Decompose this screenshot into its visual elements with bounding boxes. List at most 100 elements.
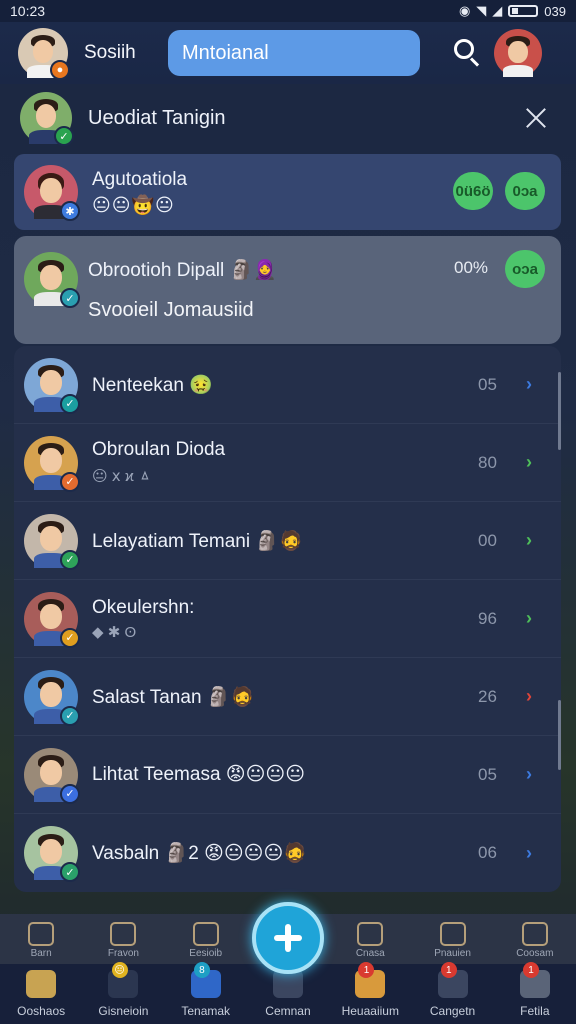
scrollbar-lower[interactable] (558, 700, 561, 770)
list-item[interactable]: ✓ Obroulan Dioda 😐 ⅹ ϰ ㅿ 80 › (14, 424, 561, 502)
notification-badge: 1 (523, 962, 540, 978)
home-icon (26, 970, 57, 998)
app-title: Sosiih (84, 42, 136, 63)
wifi-icon: ◥ (476, 3, 487, 18)
nav-peek-item[interactable]: Pnauien (411, 914, 493, 964)
list-item-name: Salast Tanan 🗿🧔 (92, 686, 255, 708)
close-icon[interactable] (524, 106, 548, 130)
avatar-face (40, 604, 62, 630)
folder-icon: 8 (190, 962, 221, 998)
list-item[interactable]: ✓ Vasbaln 🗿2 😡😐😐😐🧔 06 › (14, 814, 561, 892)
avatar-badge-icon: ✓ (60, 627, 80, 648)
list-item-count: 05 (478, 374, 497, 394)
scrollbar[interactable] (558, 372, 561, 450)
user-avatar[interactable]: ● (18, 28, 70, 80)
avatar-badge-icon: ✓ (60, 783, 80, 804)
status-time: 10:23 (10, 3, 46, 19)
nav-item-camera[interactable]: 1 Heuaaiium (329, 962, 411, 1024)
selected-pill[interactable]: oɔa (505, 250, 545, 288)
nav-peek-item[interactable]: Coosam (494, 914, 576, 964)
list-item-count: 96 (478, 608, 497, 628)
list-item-count: 00 (478, 530, 497, 550)
search-icon[interactable] (448, 35, 484, 71)
avatar-face (33, 40, 53, 63)
notification-badge: 1 (440, 962, 457, 978)
camera-icon: 1 (355, 962, 386, 998)
featured-pill-a[interactable]: 0ü6ö (453, 172, 493, 210)
nav-peek-icon (521, 922, 548, 946)
nav-peek-item[interactable]: Eesioib (165, 914, 247, 964)
list-item[interactable]: ✓ Nenteekan 🤢 05 › (14, 346, 561, 424)
chevron-right-icon[interactable]: › (526, 452, 532, 473)
avatar-badge-icon: ✓ (60, 471, 80, 492)
nav-item-chart[interactable]: 😐 Gisneioin (82, 962, 164, 1024)
chevron-right-icon[interactable]: › (526, 530, 532, 551)
chevron-right-icon[interactable]: › (526, 374, 532, 395)
nav-peek-item[interactable]: Barn (0, 914, 82, 964)
chevron-right-icon[interactable]: › (526, 843, 532, 864)
list-avatar: ✓ (24, 747, 80, 804)
nav-item-label: Gisneioin (98, 1004, 149, 1018)
selected-avatar: ✓ (24, 252, 80, 308)
avatar-badge-icon: ✓ (60, 705, 80, 726)
avatar-shirt (502, 64, 534, 77)
nav-item-label: Tenamak (181, 1004, 231, 1018)
search-input[interactable]: Mntoianal (168, 30, 420, 76)
selected-percent: 00% (454, 258, 489, 277)
battery-icon (508, 5, 539, 17)
avatar-badge-icon: ✓ (60, 549, 80, 570)
list-item[interactable]: ✓ Lihtat Teemasa 😡😐😐😐 05 › (14, 736, 561, 814)
profile-avatar[interactable] (494, 29, 542, 77)
signal-icon: ◢ (492, 3, 503, 18)
list-item[interactable]: ✓ Lelayatiam Temani 🗿🧔 00 › (14, 502, 561, 580)
add-plus-button[interactable] (252, 902, 324, 974)
timer-icon: 1 (437, 962, 468, 998)
nav-peek-icon (439, 922, 466, 946)
nav-peek-label: Pnauien (434, 948, 471, 959)
panel-header: ✓ Ueodiat Tanigin (0, 86, 576, 150)
nav-peek-label: Fravon (107, 948, 139, 959)
search-ring (454, 39, 474, 59)
avatar-badge-icon: ✱ (60, 201, 80, 221)
chevron-right-icon[interactable]: › (526, 608, 532, 629)
avatar-badge-icon: ✓ (60, 393, 80, 414)
featured-pill-b[interactable]: 0ɔa (505, 172, 545, 210)
chat-list: ✓ Nenteekan 🤢 05 › ✓ Obroulan Dioda 😐 ⅹ … (14, 346, 561, 892)
list-item[interactable]: ✓ Okeulershn: ◆ ✱ ʘ 96 › (14, 580, 561, 658)
nav-peek-item[interactable]: Fravon (82, 914, 164, 964)
chevron-right-icon[interactable]: › (526, 686, 532, 707)
list-avatar: ✓ (24, 435, 80, 492)
chevron-right-icon[interactable]: › (526, 764, 532, 785)
nav-item-timer[interactable]: 1 Cangetn (411, 962, 493, 1024)
nav-item-label: Heuaaiium (341, 1004, 399, 1018)
list-item-count: 80 (478, 452, 497, 472)
avatar-face (35, 104, 57, 129)
nav-peek-icon (192, 922, 219, 946)
chat-icon: 1 (519, 962, 550, 998)
nav-item-label: Cangetn (429, 1004, 476, 1018)
nav-item-home[interactable]: Ooshaos (0, 964, 82, 1024)
list-item-name: Okeulershn: (92, 596, 195, 618)
status-icons: ◉ ◥ ◢ 039 (459, 3, 566, 19)
panel-avatar: ✓ (20, 92, 74, 146)
alarm-icon: ◉ (458, 3, 471, 18)
nav-peek-item[interactable]: Cnasa (329, 914, 411, 964)
list-item-name: Lelayatiam Temani 🗿🧔 (92, 530, 303, 552)
list-item[interactable]: ✓ Salast Tanan 🗿🧔 26 › (14, 658, 561, 736)
avatar-face (40, 448, 62, 474)
featured-chat-card[interactable]: ✱ Agutoatiola 😐😐🤠😐 0ü6ö 0ɔa (14, 154, 561, 230)
selected-chat-card[interactable]: ✓ Obrootioh Dipall 🗿🧕 Svooieil Jomausiid… (14, 236, 561, 344)
avatar-badge-icon: ● (50, 60, 70, 80)
list-item-sub: ◆ ✱ ʘ (92, 623, 137, 641)
avatar-badge-icon: ✓ (60, 288, 80, 308)
avatar-badge-icon: ✓ (60, 862, 80, 882)
nav-peek-icon (28, 922, 55, 946)
avatar-face (40, 370, 62, 396)
nav-item-chat[interactable]: 1 Fetila (494, 962, 576, 1024)
featured-emoji: 😐😐🤠😐 (92, 194, 175, 215)
nav-item-label: Cemnan (265, 1004, 311, 1018)
nav-item-label: Ooshaos (17, 1004, 66, 1018)
notification-badge: 1 (358, 962, 375, 978)
nav-item-folder[interactable]: 8 Tenamak (165, 962, 247, 1024)
avatar-face (40, 760, 62, 786)
